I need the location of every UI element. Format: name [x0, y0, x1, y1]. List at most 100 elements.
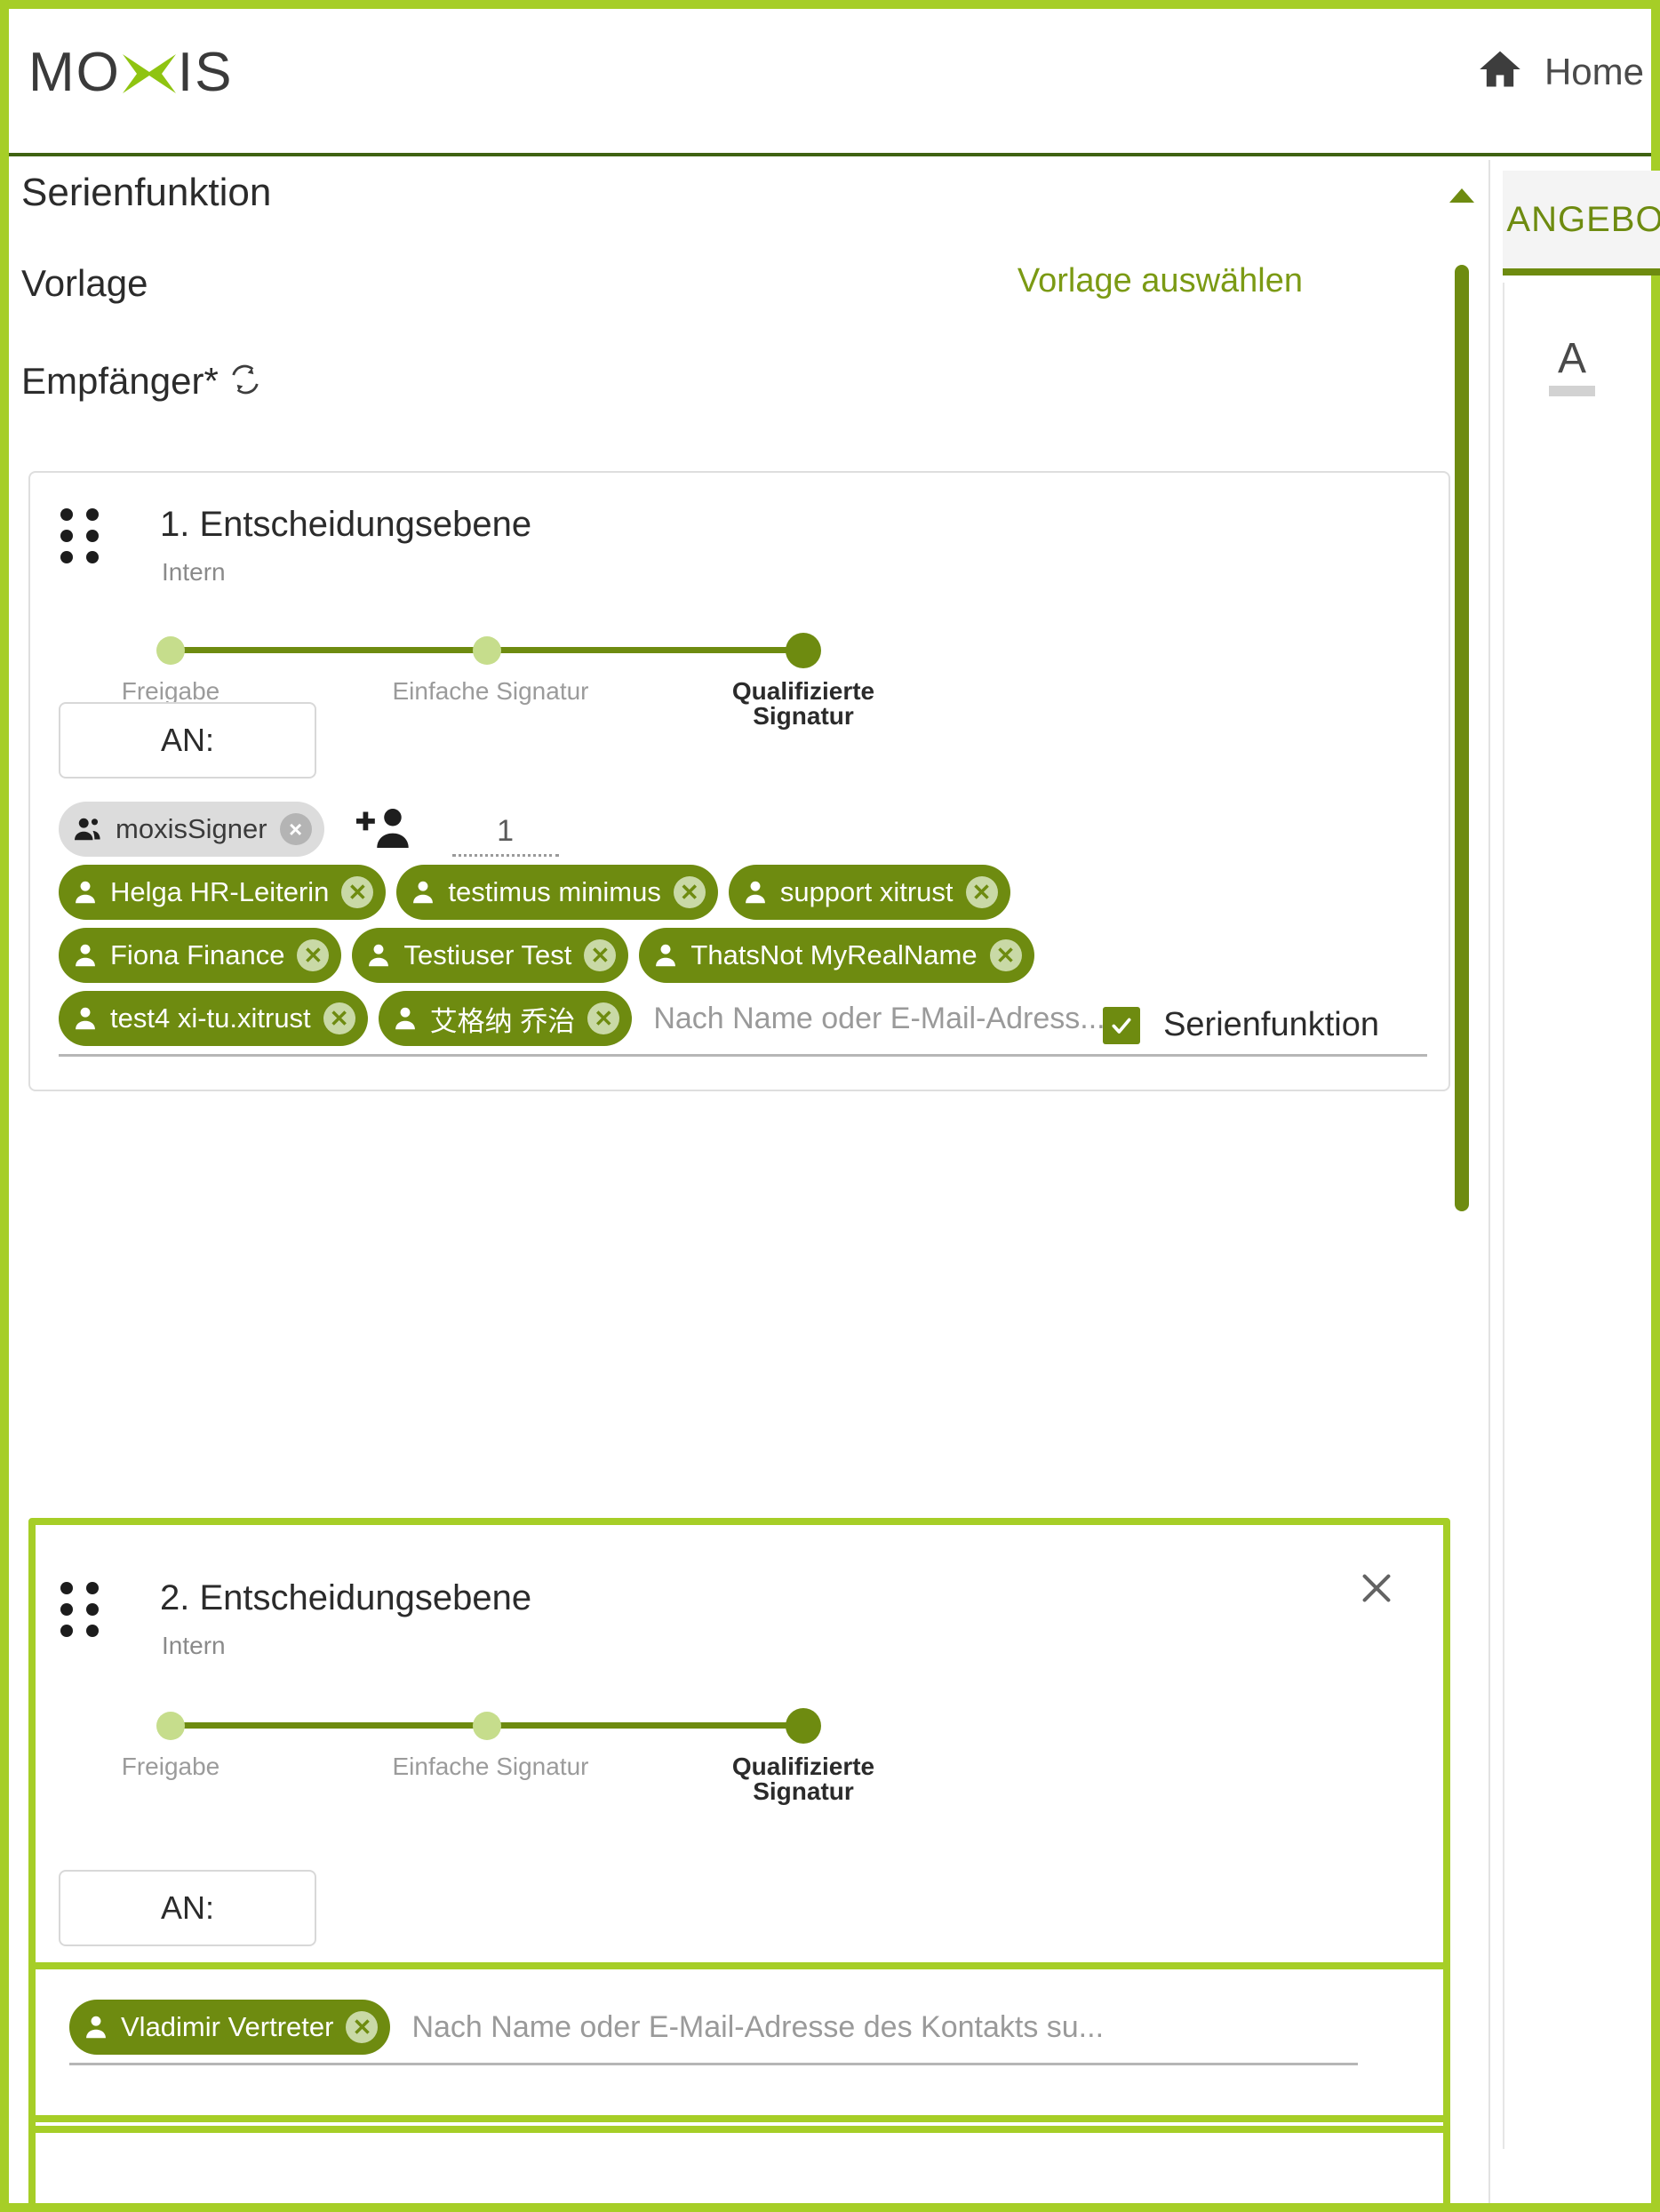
- recipient-options-highlight-block: [28, 2126, 1450, 2203]
- chip-row-2: Fiona Finance ✕ Testiuser Test ✕ ThatsNo…: [59, 928, 1427, 983]
- checkbox-checked-icon: [1103, 1006, 1141, 1044]
- chip-label: 艾格纳 乔治: [429, 1005, 576, 1037]
- text-color-icon[interactable]: A: [1549, 338, 1595, 396]
- logo-text-left: MO: [28, 42, 121, 103]
- chip-remove-icon[interactable]: ✕: [341, 876, 374, 908]
- stepper-label-freigabe: Freigabe: [121, 677, 220, 705]
- level-subtitle: Intern: [162, 558, 226, 586]
- scrollbar-thumb[interactable]: [1455, 265, 1469, 1211]
- chip-remove-icon[interactable]: ✕: [346, 2011, 379, 2043]
- person-icon: [366, 942, 391, 969]
- person-icon: [411, 879, 435, 906]
- chip-remove-icon[interactable]: ✕: [587, 1002, 620, 1034]
- vorlage-row: Vorlage Vorlage auswählen: [21, 262, 1452, 312]
- person-icon: [73, 942, 98, 969]
- recipients-chips-area: Vladimir Vertreter ✕ Nach Name oder E-Ma…: [69, 2000, 1385, 2065]
- serienfunktion-checkbox[interactable]: Serienfunktion: [1103, 1006, 1379, 1044]
- stepper-label-einfache-signatur: Einfache Signatur: [392, 677, 589, 705]
- level-subtitle: Intern: [162, 1632, 226, 1659]
- recipient-search-input[interactable]: Nach Name oder E-Mail-Adress...: [642, 1002, 1105, 1036]
- chip-row-1: Vladimir Vertreter ✕ Nach Name oder E-Ma…: [69, 2000, 1385, 2055]
- person-icon: [653, 942, 678, 969]
- chip-remove-icon[interactable]: ×: [279, 813, 312, 845]
- recipient-chip[interactable]: Helga HR-Leiterin ✕: [59, 865, 387, 920]
- recipient-chip[interactable]: testimus minimus ✕: [396, 865, 718, 920]
- chip-label: Helga HR-Leiterin: [110, 876, 330, 907]
- decision-level-card-1: 1. Entscheidungsebene Intern Freigabe Ei…: [28, 471, 1450, 1091]
- text-color-bar: [1549, 386, 1595, 396]
- stepper-node-qualifizierte-signatur[interactable]: [786, 1708, 821, 1744]
- empfaenger-row: Empfänger*: [21, 360, 263, 403]
- page-title: Serienfunktion: [21, 171, 272, 214]
- recipient-chip[interactable]: Vladimir Vertreter ✕: [69, 2000, 391, 2055]
- chip-remove-icon[interactable]: ✕: [989, 939, 1022, 971]
- empfaenger-label: Empfänger*: [21, 360, 219, 402]
- stepper-label-qualifizierte-signatur: Qualifizierte Signatur: [731, 1753, 875, 1805]
- person-icon: [393, 1005, 418, 1032]
- chip-remove-icon[interactable]: ✕: [584, 939, 617, 971]
- recipient-chip[interactable]: ThatsNot MyRealName ✕: [639, 928, 1034, 983]
- chip-remove-icon[interactable]: ✕: [323, 1002, 355, 1034]
- logo-text-right: IS: [177, 42, 234, 103]
- logo-x-icon: [121, 45, 178, 100]
- home-icon: [1475, 46, 1525, 97]
- chip-label: Fiona Finance: [110, 939, 285, 970]
- recipient-chip[interactable]: Fiona Finance ✕: [59, 928, 342, 983]
- level-title: 2. Entscheidungsebene: [160, 1578, 532, 1617]
- stepper-node-freigabe[interactable]: [156, 636, 185, 665]
- serienfunktion-label: Serienfunktion: [1163, 1006, 1379, 1043]
- add-person-icon[interactable]: [355, 805, 411, 853]
- chip-remove-icon[interactable]: ✕: [297, 939, 330, 971]
- chip-label: moxisSigner: [116, 813, 267, 844]
- stepper-label-freigabe: Freigabe: [121, 1753, 220, 1780]
- app-viewport: MO IS Home Serienfunktion Vorlage Vorlag…: [0, 0, 1660, 2212]
- recipient-search-highlight-block: Vladimir Vertreter ✕ Nach Name oder E-Ma…: [28, 1962, 1450, 2122]
- cycle-refresh-icon[interactable]: [227, 362, 263, 402]
- drag-handle-icon[interactable]: [60, 508, 100, 563]
- app-header: MO IS Home: [9, 9, 1651, 156]
- stepper-label-qualifizierte-signatur: Qualifizierte Signatur: [731, 677, 875, 730]
- stepper-node-freigabe[interactable]: [156, 1712, 185, 1740]
- person-icon: [73, 1005, 98, 1032]
- person-icon: [73, 879, 98, 906]
- chip-label: support xitrust: [779, 876, 954, 907]
- person-icon: [743, 879, 768, 906]
- person-icon: [84, 2014, 108, 2040]
- stepper-node-einfache-signatur[interactable]: [473, 1712, 501, 1740]
- chip-row-1: Helga HR-Leiterin ✕ testimus minimus ✕ s…: [59, 865, 1427, 920]
- serienfunktion-form-panel: Serienfunktion Vorlage Vorlage auswählen…: [9, 160, 1487, 2203]
- chip-label: testimus minimus: [448, 876, 661, 907]
- chip-row-group: moxisSigner × 1: [59, 802, 1427, 857]
- drag-handle-icon[interactable]: [60, 1582, 100, 1637]
- recipient-input-underline: [69, 2063, 1358, 2065]
- decision-level-card-2: 2. Entscheidungsebene Intern Freigabe Ei…: [28, 1518, 1450, 2203]
- chip-remove-icon[interactable]: ✕: [673, 876, 706, 908]
- recipient-chip[interactable]: 艾格纳 乔治 ✕: [378, 991, 633, 1046]
- vorlage-select-link[interactable]: Vorlage auswählen: [1018, 262, 1303, 300]
- recipient-chip[interactable]: Testiuser Test ✕: [352, 928, 629, 983]
- home-link[interactable]: Home: [1475, 46, 1644, 97]
- home-label: Home: [1544, 50, 1644, 92]
- chip-remove-icon[interactable]: ✕: [965, 876, 998, 908]
- tab-angebot[interactable]: ANGEBO: [1503, 171, 1660, 276]
- recipient-count-value[interactable]: 1: [451, 802, 559, 857]
- people-group-icon: [73, 816, 103, 842]
- document-side-panel: ANGEBO A: [1488, 160, 1660, 2203]
- moxis-logo: MO IS: [28, 41, 233, 104]
- chip-label: test4 xi-tu.xitrust: [110, 1002, 311, 1034]
- stepper-node-einfache-signatur[interactable]: [473, 636, 501, 665]
- recipient-chip[interactable]: support xitrust ✕: [728, 865, 1010, 920]
- chip-label: Vladimir Vertreter: [121, 2011, 334, 2042]
- an-button[interactable]: AN:: [59, 1870, 316, 1946]
- close-icon[interactable]: [1356, 1568, 1397, 1609]
- stepper-label-einfache-signatur: Einfache Signatur: [392, 1753, 589, 1780]
- chip-moxis-signer-group[interactable]: moxisSigner ×: [59, 802, 324, 857]
- chip-label: ThatsNot MyRealName: [690, 939, 978, 970]
- recipient-chip[interactable]: test4 xi-tu.xitrust ✕: [59, 991, 368, 1046]
- an-button[interactable]: AN:: [59, 702, 316, 779]
- recipient-search-input[interactable]: Nach Name oder E-Mail-Adresse des Kontak…: [401, 2010, 1104, 2045]
- stepper-node-qualifizierte-signatur[interactable]: [786, 633, 821, 668]
- level-title: 1. Entscheidungsebene: [160, 505, 532, 544]
- scroll-up-arrow-icon[interactable]: [1449, 188, 1474, 203]
- text-color-glyph: A: [1557, 335, 1586, 382]
